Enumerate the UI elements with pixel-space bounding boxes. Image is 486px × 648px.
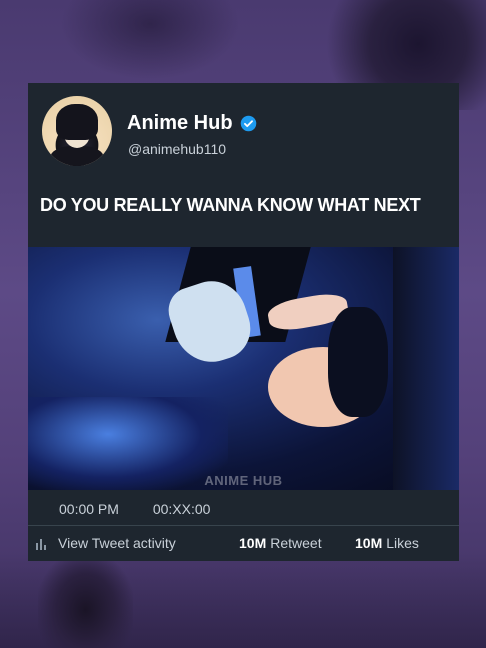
account-name[interactable]: Anime Hub [127, 112, 233, 135]
background-art-top-left [60, 0, 240, 80]
account-name-row: Anime Hub [127, 112, 257, 135]
retweet-stat[interactable]: 10M Retweet [239, 535, 322, 551]
background-character-figure [38, 553, 133, 648]
view-activity-label: View Tweet activity [58, 535, 176, 551]
verified-badge-icon [240, 115, 256, 132]
tweet-card: Anime Hub @animehub110 DO YOU REALLY WAN… [28, 83, 459, 561]
retweet-label: Retweet [270, 535, 322, 551]
divider [28, 525, 459, 526]
bar-chart-icon [36, 538, 46, 550]
tweet-text: DO YOU REALLY WANNA KNOW WHAT NEXT [40, 195, 421, 215]
tweet-time: 00:00 PM [59, 501, 119, 517]
retweet-count: 10M [239, 535, 267, 551]
tweet-date: 00:XX:00 [152, 501, 211, 517]
tweet-header: Anime Hub @animehub110 [42, 96, 445, 166]
tweet-timestamp: 00:00 PM 00:XX:00 [59, 501, 240, 517]
likes-label: Likes [386, 535, 419, 551]
background-art-bottom [0, 553, 486, 648]
tweet-media[interactable]: ANIME HUB [28, 247, 459, 490]
tweet-stats: View Tweet activity 10M Retweet 10M Likes [36, 535, 429, 553]
view-activity-link[interactable]: View Tweet activity [36, 535, 176, 551]
account-handle[interactable]: @animehub110 [128, 141, 226, 157]
avatar[interactable] [42, 96, 112, 166]
media-watermark: ANIME HUB [204, 473, 283, 488]
likes-stat[interactable]: 10M Likes [355, 535, 419, 551]
likes-count: 10M [355, 535, 383, 551]
